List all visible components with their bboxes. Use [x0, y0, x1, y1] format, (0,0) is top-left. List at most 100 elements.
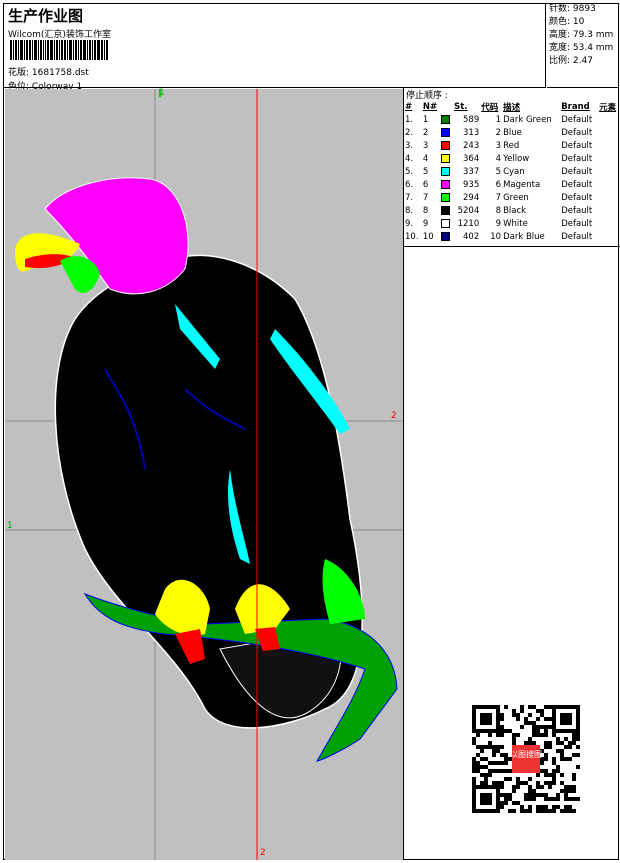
- row-index: 6.: [405, 179, 414, 190]
- guide-label-bottom: 2: [260, 848, 266, 858]
- table-row[interactable]: 6. 6 935 6 Magenta Default: [404, 178, 620, 191]
- needle-number: 9: [422, 218, 429, 229]
- needle-number: 10: [422, 231, 434, 242]
- barcode-bar: [50, 40, 53, 60]
- barcode-bar: [75, 40, 77, 60]
- brand: Default: [561, 231, 593, 242]
- color-description: Yellow: [503, 153, 530, 164]
- brand: Default: [561, 127, 593, 138]
- barcode-bar: [47, 40, 49, 60]
- table-header: # N# St. 代码 描述 Brand 元素: [404, 100, 620, 113]
- color-table: # N# St. 代码 描述 Brand 元素 1. 1 589 1 Dark Green Defau…: [404, 100, 620, 243]
- barcode: [10, 40, 118, 60]
- stitch-count: 294: [463, 192, 480, 203]
- brand: Default: [561, 166, 593, 177]
- stitch-count: 5204: [457, 205, 480, 216]
- barcode-bar: [106, 40, 108, 60]
- barcode-bar: [89, 40, 91, 60]
- barcode-bar: [18, 40, 19, 60]
- color-description: Red: [503, 140, 520, 151]
- barcode-bar: [94, 40, 96, 60]
- brand: Default: [561, 192, 593, 203]
- row-index: 3.: [405, 140, 414, 151]
- row-index: 5.: [405, 166, 414, 177]
- column-header: 描述: [503, 102, 521, 113]
- column-header: #: [405, 101, 413, 112]
- color-description: Cyan: [503, 166, 525, 177]
- barcode-bar: [13, 40, 14, 60]
- barcode-bar: [24, 40, 25, 60]
- barcode-bar: [20, 40, 23, 60]
- barcode-bar: [56, 40, 58, 60]
- qr-code: 以图搜图: [472, 705, 580, 813]
- element: [598, 217, 620, 230]
- element: [598, 139, 620, 152]
- table-row[interactable]: 9. 9 1210 9 White Default: [404, 217, 620, 230]
- barcode-bar: [69, 40, 72, 60]
- color-description: Magenta: [503, 179, 541, 190]
- barcode-bar: [59, 40, 60, 60]
- row-index: 4.: [405, 153, 414, 164]
- brand: Default: [561, 153, 593, 164]
- needle-number: 4: [422, 153, 429, 164]
- guide-label-top: 1: [159, 88, 165, 98]
- element: [598, 230, 620, 243]
- stitch-count: 针数: 9893: [549, 4, 596, 14]
- element: [598, 152, 620, 165]
- stitch-count: 935: [463, 179, 480, 190]
- design-scale: 比例: 2.47: [549, 56, 593, 66]
- row-index: 2.: [405, 127, 414, 138]
- design-canvas[interactable]: 1 1 2 2: [5, 88, 403, 860]
- qr-label: 以图搜图: [510, 749, 542, 759]
- barcode-bar: [92, 40, 93, 60]
- table-row[interactable]: 1. 1 589 1 Dark Green Default: [404, 113, 620, 126]
- barcode-bar: [67, 40, 68, 60]
- color-code: 7: [495, 192, 502, 203]
- needle-number: 5: [422, 166, 429, 177]
- color-swatch: [440, 191, 453, 204]
- barcode-bar: [15, 40, 17, 60]
- color-code: 3: [495, 140, 502, 151]
- stats-panel: 针数: 9893 颜色: 10 高度: 79.3 mm 宽度: 53.4 mm …: [547, 3, 619, 88]
- table-row[interactable]: 4. 4 364 4 Yellow Default: [404, 152, 620, 165]
- stitch-count: 243: [463, 140, 480, 151]
- color-swatch: [440, 204, 453, 217]
- barcode-bar: [80, 40, 82, 60]
- barcode-bar: [34, 40, 37, 60]
- color-swatch: [440, 165, 453, 178]
- design-height: 高度: 79.3 mm: [549, 30, 614, 40]
- table-row[interactable]: 5. 5 337 5 Cyan Default: [404, 165, 620, 178]
- row-index: 10.: [405, 231, 419, 242]
- barcode-bar: [104, 40, 105, 60]
- barcode-bar: [83, 40, 86, 60]
- table-row[interactable]: 8. 8 5204 8 Black Default: [404, 204, 620, 217]
- divider: [404, 246, 620, 247]
- guide-label-right: 2: [391, 411, 397, 421]
- eagle-embroidery-preview: [5, 89, 403, 860]
- brand: Default: [561, 179, 593, 190]
- page-title: 生产作业图: [8, 7, 84, 25]
- table-row[interactable]: 3. 3 243 3 Red Default: [404, 139, 620, 152]
- column-header: [440, 100, 453, 113]
- table-row[interactable]: 10. 10 402 10 Dark Blue Default: [404, 230, 620, 243]
- brand: Default: [561, 114, 593, 125]
- eagle-shape: [15, 177, 398, 762]
- brand: Default: [561, 205, 593, 216]
- barcode-bar: [40, 40, 42, 60]
- needle-number: 6: [422, 179, 429, 190]
- table-row[interactable]: 7. 7 294 7 Green Default: [404, 191, 620, 204]
- stitch-count: 402: [463, 231, 480, 242]
- table-row[interactable]: 2. 2 313 2 Blue Default: [404, 126, 620, 139]
- row-index: 1.: [405, 114, 414, 125]
- color-code: 9: [495, 218, 502, 229]
- color-code: 1: [495, 114, 502, 125]
- row-index: 8.: [405, 205, 414, 216]
- barcode-bar: [73, 40, 74, 60]
- stitch-count: 337: [463, 166, 480, 177]
- needle-number: 7: [422, 192, 429, 203]
- row-index: 9.: [405, 218, 414, 229]
- design-file: 花版: 1681758.dst: [8, 68, 89, 78]
- barcode-bar: [61, 40, 63, 60]
- barcode-bar: [26, 40, 28, 60]
- element: [598, 191, 620, 204]
